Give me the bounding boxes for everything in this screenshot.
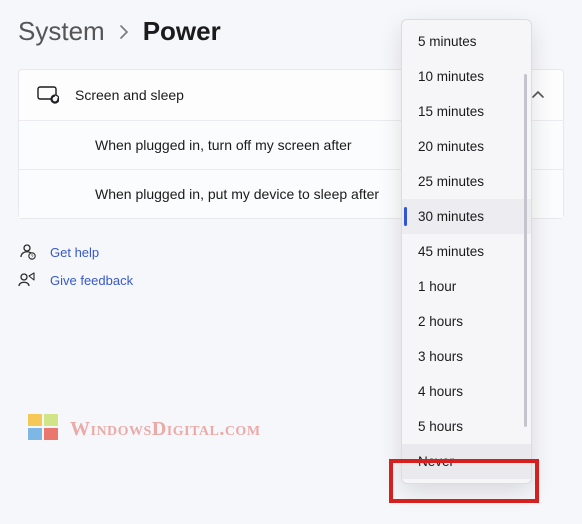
dropdown-option-never[interactable]: Never [402,444,531,479]
dropdown-option[interactable]: 15 minutes [402,94,531,129]
give-feedback-label: Give feedback [50,273,133,288]
chevron-right-icon [119,25,129,39]
dropdown-option-selected[interactable]: 30 minutes [402,199,531,234]
feedback-icon [18,271,36,289]
get-help-label: Get help [50,245,99,260]
svg-text:?: ? [31,254,34,260]
chevron-up-icon [531,90,545,100]
dropdown-option[interactable]: 4 hours [402,374,531,409]
help-icon: ? [18,243,36,261]
dropdown-option[interactable]: 45 minutes [402,234,531,269]
watermark: WindowsDigital.com [28,414,261,444]
dropdown-option[interactable]: 3 hours [402,339,531,374]
dropdown-option[interactable]: 5 minutes [402,24,531,59]
scrollbar[interactable] [524,74,527,427]
watermark-logo-icon [28,414,62,444]
dropdown-option[interactable]: 2 hours [402,304,531,339]
dropdown-option[interactable]: 10 minutes [402,59,531,94]
watermark-text: WindowsDigital.com [70,418,261,441]
breadcrumb-parent[interactable]: System [18,16,105,47]
dropdown-option[interactable]: 25 minutes [402,164,531,199]
dropdown-option[interactable]: 5 hours [402,409,531,444]
dropdown-option[interactable]: 20 minutes [402,129,531,164]
monitor-icon [37,86,59,104]
dropdown-option[interactable]: 1 hour [402,269,531,304]
breadcrumb-current: Power [143,16,221,47]
duration-dropdown[interactable]: 5 minutes 10 minutes 15 minutes 20 minut… [401,19,532,484]
